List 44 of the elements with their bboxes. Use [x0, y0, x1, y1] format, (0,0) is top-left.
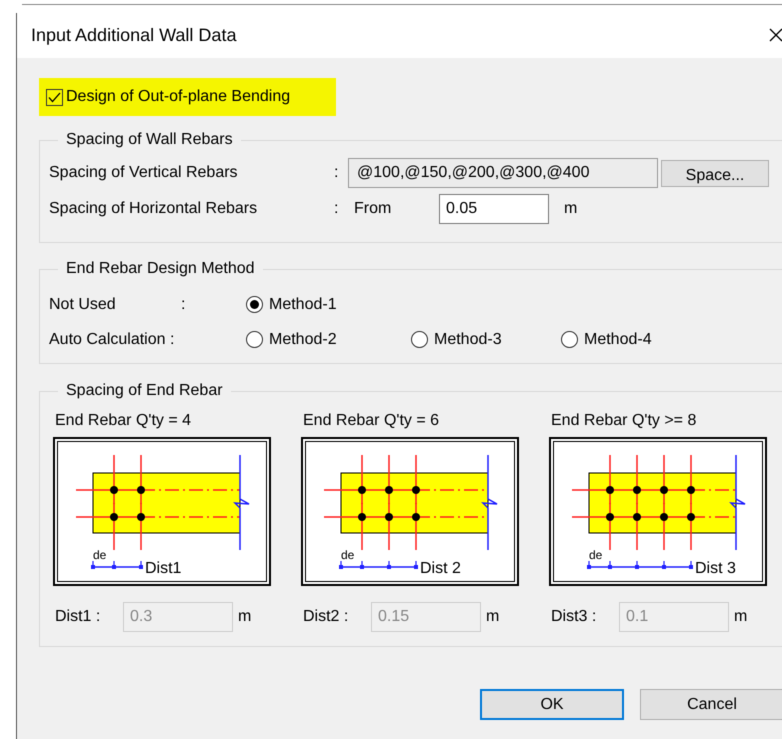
spacing-input[interactable]: 0.05: [439, 194, 549, 224]
group-title: End Rebar Design Method: [65, 259, 256, 279]
colon: :: [334, 199, 340, 219]
window-title: Input Additional Wall Data: [31, 24, 236, 47]
option-label: Not Used: [49, 294, 117, 314]
unit-label: m: [564, 199, 578, 219]
field-label: Spacing of Vertical Rebars: [49, 163, 239, 183]
field-label: Dist1 :: [54, 607, 102, 627]
space-button[interactable]: Space...: [661, 160, 769, 186]
field-label: Dist2 :: [302, 607, 350, 627]
dimension-label: de: [93, 548, 106, 562]
radio-button[interactable]: [246, 331, 263, 348]
dimension-label: de: [341, 548, 354, 562]
colon: :: [181, 294, 186, 314]
field-prefix: From: [354, 199, 392, 219]
option-label: Auto Calculation :: [49, 330, 176, 350]
dialog-button[interactable]: Cancel: [640, 689, 782, 720]
unit-label: m: [734, 607, 748, 627]
radio-button[interactable]: [411, 331, 428, 348]
radio-label: Method-1: [269, 294, 337, 314]
unit-label: m: [486, 607, 500, 627]
radio-label: Method-3: [434, 330, 502, 350]
colon: :: [334, 163, 340, 183]
dialog-button[interactable]: OK: [480, 689, 624, 720]
checkbox[interactable]: [46, 88, 63, 106]
radio-label: Method-4: [584, 330, 652, 350]
radio-button[interactable]: [561, 331, 578, 348]
spacing-list-field[interactable]: @100,@150,@200,@300,@400: [348, 158, 658, 188]
panel-title: End Rebar Q'ty >= 8: [550, 411, 698, 431]
radio-label: Method-2: [269, 330, 337, 350]
panel-title: End Rebar Q'ty = 4: [54, 411, 192, 431]
checkbox-label: Design of Out-of-plane Bending: [66, 87, 290, 107]
dimension-label: Dist 2: [420, 560, 461, 577]
close-icon[interactable]: [769, 28, 782, 42]
group-title: Spacing of End Rebar: [65, 381, 224, 401]
field-label: Spacing of Horizontal Rebars: [49, 199, 258, 219]
unit-label: m: [238, 607, 252, 627]
group-title: Spacing of Wall Rebars: [65, 130, 234, 150]
field-label: Dist3 :: [550, 607, 598, 627]
panel-title: End Rebar Q'ty = 6: [302, 411, 440, 431]
dimension-label: Dist1: [145, 560, 182, 577]
radio-button[interactable]: [246, 296, 263, 313]
dimension-label: de: [589, 548, 602, 562]
dimension-label: Dist 3: [695, 560, 736, 577]
